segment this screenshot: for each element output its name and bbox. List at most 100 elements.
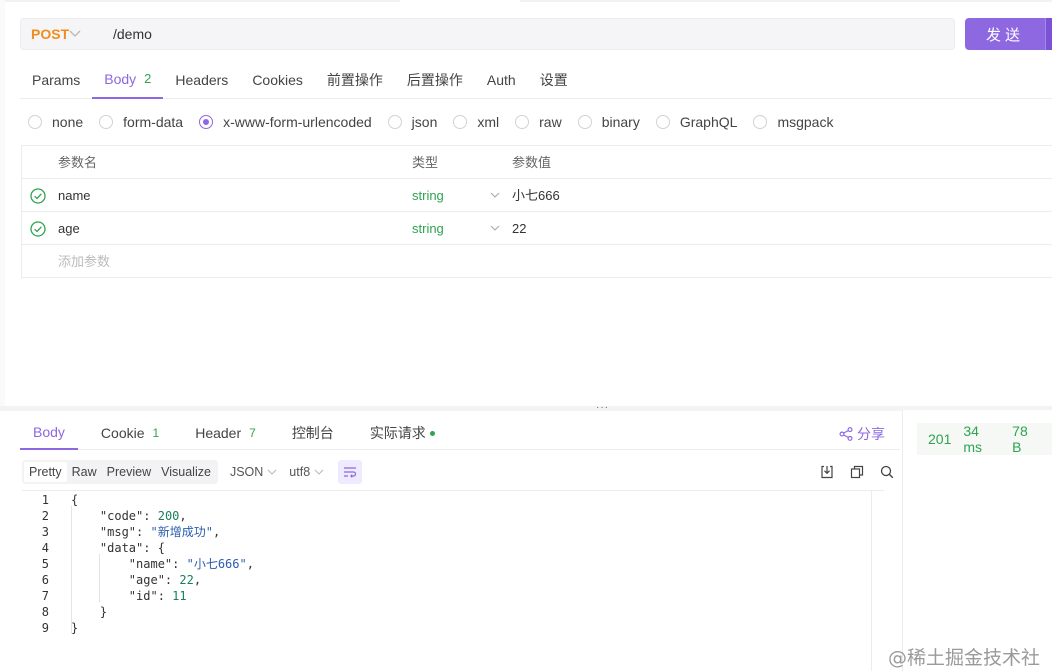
radio-label: json xyxy=(411,114,438,130)
radio-circle-icon[interactable] xyxy=(753,115,768,129)
code-brace: { xyxy=(71,493,79,507)
code-line: 8 } xyxy=(22,604,882,620)
json-key: "name" xyxy=(128,557,173,571)
json-punctuation: , xyxy=(246,557,254,571)
url-bar[interactable]: POST /demo xyxy=(20,18,955,50)
tab-后置操作[interactable]: 后置操作 xyxy=(395,60,475,99)
top-border xyxy=(0,0,1052,4)
radio-circle-icon[interactable] xyxy=(453,115,468,129)
send-button[interactable]: 发送 xyxy=(965,18,1045,50)
add-param-row[interactable]: 添加参数 xyxy=(22,245,1052,278)
chevron-down-icon[interactable] xyxy=(490,212,500,245)
tab-label: 实际请求 xyxy=(369,425,426,441)
pane-divider[interactable] xyxy=(0,406,1052,411)
radio-none[interactable]: none xyxy=(28,114,83,130)
response-tools xyxy=(806,463,896,481)
radio-circle-icon[interactable] xyxy=(577,115,592,129)
radio-circle-icon[interactable] xyxy=(387,115,402,129)
radio-circle-icon[interactable] xyxy=(655,115,670,129)
param-type[interactable]: string xyxy=(412,212,444,245)
radio-msgpack[interactable]: msgpack xyxy=(753,114,833,130)
tab-count-badge: 7 xyxy=(249,426,256,440)
line-number: 9 xyxy=(41,621,49,635)
radio-label: msgpack xyxy=(777,114,834,130)
search-icon[interactable] xyxy=(878,463,896,481)
encoding-select[interactable]: utf8 xyxy=(289,465,324,479)
method-select[interactable]: POST xyxy=(21,26,69,42)
view-mode-pretty[interactable]: Pretty xyxy=(24,462,67,482)
drag-handle-icon[interactable]: ··· xyxy=(596,402,609,413)
radio-circle-icon[interactable] xyxy=(199,115,214,129)
param-name[interactable]: name xyxy=(58,179,91,212)
tab-设置[interactable]: 设置 xyxy=(528,60,580,99)
url-input[interactable]: /demo xyxy=(113,26,152,42)
response-view-bar: Pretty Raw Preview Visualize JSON utf8 xyxy=(22,460,882,484)
line-number: 2 xyxy=(41,509,49,523)
format-select[interactable]: JSON xyxy=(230,465,277,479)
param-name[interactable]: age xyxy=(58,212,80,245)
chevron-down-icon[interactable] xyxy=(69,27,113,41)
radio-circle-icon[interactable] xyxy=(515,115,530,129)
check-circle-icon[interactable] xyxy=(30,221,46,237)
table-header: 参数名 类型 参数值 xyxy=(22,146,1052,179)
param-type[interactable]: string xyxy=(412,179,444,212)
send-dropdown-button[interactable] xyxy=(1045,18,1052,50)
tab-params[interactable]: Params xyxy=(20,60,92,99)
response-tab-3[interactable]: 控制台 xyxy=(279,416,347,450)
radio-label: binary xyxy=(601,114,640,130)
tab-count-badge: 2 xyxy=(144,71,152,86)
tab-前置操作[interactable]: 前置操作 xyxy=(315,60,395,99)
response-tab-2[interactable]: Header 7 xyxy=(182,416,269,450)
radio-graphql[interactable]: GraphQL xyxy=(655,114,737,130)
tab-label: 后置操作 xyxy=(406,71,463,88)
json-punctuation: , xyxy=(193,573,202,587)
wrap-icon xyxy=(344,467,357,478)
param-value[interactable]: 22 xyxy=(512,212,526,245)
code-line: 4 "data": { xyxy=(22,540,882,556)
scrollbar[interactable] xyxy=(871,491,884,671)
response-tab-4[interactable]: 实际请求 xyxy=(357,416,448,450)
code-line: 5 "name": "小七666", xyxy=(22,556,882,572)
radio-form-data[interactable]: form-data xyxy=(99,114,183,130)
copy-icon[interactable] xyxy=(848,463,866,481)
radio-x-www-form-urlencoded[interactable]: x-www-form-urlencoded xyxy=(199,114,372,130)
tab-auth[interactable]: Auth xyxy=(475,60,528,99)
radio-circle-icon[interactable] xyxy=(99,115,114,129)
json-value: 22 xyxy=(179,573,194,587)
json-key: "data" xyxy=(99,541,144,555)
response-tabs: Body Cookie 1 Header 7 控制台 实际请求 xyxy=(20,416,900,450)
code-line: 2 "code": 200, xyxy=(22,508,882,524)
tab-headers[interactable]: Headers xyxy=(163,60,240,99)
radio-raw[interactable]: raw xyxy=(515,114,562,130)
share-button[interactable]: 分享 xyxy=(839,424,885,444)
line-number: 3 xyxy=(41,525,49,539)
tab-label: 控制台 xyxy=(291,425,334,441)
download-icon[interactable] xyxy=(818,463,836,481)
response-tab-0[interactable]: Body xyxy=(20,416,78,450)
json-value: 11 xyxy=(172,589,187,603)
radio-xml[interactable]: xml xyxy=(453,114,499,130)
chevron-down-icon[interactable] xyxy=(490,179,500,212)
tab-count-badge: 1 xyxy=(152,426,160,440)
table-row[interactable]: name string 小七666 xyxy=(22,179,1052,212)
tab-cookies[interactable]: Cookies xyxy=(240,60,315,99)
json-value: 200 xyxy=(157,509,180,523)
radio-binary[interactable]: binary xyxy=(577,114,640,130)
view-mode-raw[interactable]: Raw xyxy=(67,462,102,482)
response-body-code[interactable]: 1{2 "code": 200, 3 "msg": "新增成功", 4 "data"… xyxy=(22,490,884,671)
view-mode-visualize[interactable]: Visualize xyxy=(156,462,216,482)
word-wrap-button[interactable] xyxy=(338,460,363,484)
check-circle-icon[interactable] xyxy=(30,188,46,204)
param-value[interactable]: 小七666 xyxy=(512,179,560,212)
json-key: "code" xyxy=(99,509,144,523)
add-param-input[interactable]: 添加参数 xyxy=(58,245,110,278)
request-tabs: Params Body 2 Headers Cookies 前置操作 后置操作 Auth 设置 xyxy=(20,60,1052,99)
radio-label: raw xyxy=(539,114,562,130)
share-icon xyxy=(839,427,853,441)
response-tab-1[interactable]: Cookie 1 xyxy=(88,416,172,450)
radio-circle-icon[interactable] xyxy=(28,115,42,129)
view-mode-preview[interactable]: Preview xyxy=(102,462,156,482)
tab-body[interactable]: Body 2 xyxy=(92,60,164,99)
table-row[interactable]: age string 22 xyxy=(22,212,1052,245)
radio-json[interactable]: json xyxy=(387,114,438,130)
